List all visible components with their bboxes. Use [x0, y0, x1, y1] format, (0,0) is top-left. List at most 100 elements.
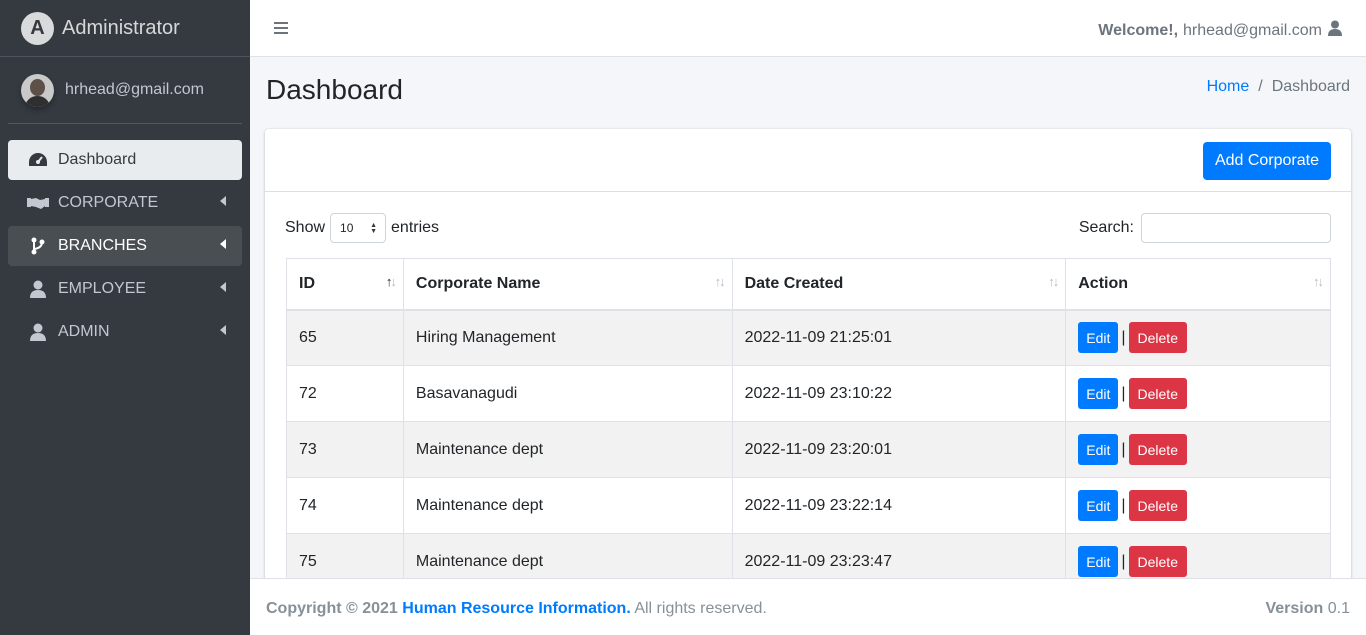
- table-row: 74 Maintenance dept 2022-11-09 23:22:14 …: [286, 477, 1331, 534]
- copyright-text: Copyright © 2021: [266, 600, 398, 617]
- welcome-user[interactable]: Welcome!, hrhead@gmail.com: [1098, 20, 1342, 41]
- delete-button[interactable]: Delete: [1128, 490, 1187, 521]
- sidebar-item-label: EMPLOYEE: [58, 280, 147, 297]
- card-header: Add Corporate: [265, 129, 1351, 192]
- column-header-label: Corporate Name: [415, 274, 541, 292]
- delete-button[interactable]: Delete: [1128, 322, 1187, 354]
- brand-logo: A: [21, 11, 54, 45]
- cell-date-created: 2022-11-09 21:25:01: [731, 309, 1067, 366]
- sidebar-item-admin[interactable]: ADMIN: [8, 312, 242, 352]
- sidebar-nav: Dashboard CORPORATE BRANCHES EMPLOYEE AD…: [0, 124, 250, 352]
- sort-icon: ↑↓: [714, 274, 726, 289]
- table-row: 72 Basavanagudi 2022-11-09 23:10:22 Edit…: [286, 365, 1331, 422]
- sort-icon: ↑↓: [1313, 274, 1324, 289]
- delete-button[interactable]: Delete: [1128, 378, 1187, 409]
- edit-button[interactable]: Edit: [1078, 434, 1119, 465]
- delete-button[interactable]: Delete: [1128, 434, 1187, 465]
- column-header-label: ID: [299, 274, 315, 292]
- chevron-left-icon: [220, 325, 226, 335]
- chevron-left-icon: [220, 239, 226, 249]
- search-label: Search:: [1078, 219, 1134, 236]
- chevron-left-icon: [220, 196, 226, 206]
- welcome-email: hrhead@gmail.com: [1183, 21, 1322, 39]
- entries-select-value: 10: [340, 221, 354, 235]
- hamburger-menu-icon[interactable]: [274, 22, 288, 37]
- action-separator: |: [1121, 328, 1126, 346]
- column-header-label: Date Created: [744, 274, 844, 292]
- edit-button[interactable]: Edit: [1078, 490, 1119, 521]
- column-header-label: Action: [1078, 274, 1129, 292]
- cell-id: 73: [286, 421, 404, 478]
- edit-button[interactable]: Edit: [1078, 322, 1119, 354]
- footer-version: Version 0.1: [1265, 600, 1350, 618]
- table-row: 73 Maintenance dept 2022-11-09 23:20:01 …: [286, 421, 1331, 478]
- footer-brand-link[interactable]: Human Resource Information.: [402, 600, 630, 617]
- sidebar-item-label: Dashboard: [58, 151, 137, 168]
- corporate-table: ID ↑↓ Corporate Name ↑↓ Date Created ↑↓ Act…: [286, 258, 1331, 589]
- show-entries: Show 10 ▲ ▼ entries: [285, 213, 439, 243]
- sidebar-item-branches[interactable]: BRANCHES: [8, 226, 242, 266]
- column-header-action[interactable]: Action ↑↓: [1065, 258, 1331, 311]
- chevron-left-icon: [220, 282, 226, 292]
- action-separator: |: [1121, 552, 1126, 570]
- sidebar-item-dashboard[interactable]: Dashboard: [8, 140, 242, 180]
- cell-id: 72: [286, 365, 404, 422]
- entries-label: entries: [391, 219, 440, 236]
- action-separator: |: [1121, 384, 1126, 402]
- footer-copyright: Copyright © 2021 Human Resource Informat…: [266, 600, 767, 618]
- brand-title: Administrator: [62, 16, 180, 39]
- search-input[interactable]: [1141, 213, 1331, 243]
- cell-id: 74: [286, 477, 404, 534]
- footer: Copyright © 2021 Human Resource Informat…: [250, 578, 1366, 635]
- edit-button[interactable]: Edit: [1078, 378, 1119, 409]
- show-label: Show: [285, 219, 326, 236]
- sort-icon: ↑↓: [1048, 274, 1059, 289]
- corporate-card: Add Corporate Show 10 ▲ ▼ entries Search:…: [265, 129, 1351, 589]
- sidebar-item-label: ADMIN: [58, 323, 110, 340]
- page-title: Dashboard: [266, 74, 403, 105]
- sidebar-item-corporate[interactable]: CORPORATE: [8, 183, 242, 223]
- breadcrumb: Home / Dashboard: [1207, 78, 1350, 96]
- version-value: 0.1: [1327, 600, 1350, 617]
- sidebar-item-label: BRANCHES: [58, 237, 147, 254]
- entries-select[interactable]: 10 ▲ ▼: [330, 213, 387, 243]
- rights-text: All rights reserved.: [634, 600, 767, 617]
- brand-logo-letter: A: [30, 16, 45, 39]
- search-box: Search:: [1079, 213, 1331, 243]
- column-header-id[interactable]: ID ↑↓: [286, 258, 404, 311]
- top-navbar: Welcome!, hrhead@gmail.com: [250, 0, 1366, 57]
- action-separator: |: [1121, 440, 1126, 458]
- cell-action: Edit | Delete: [1065, 365, 1331, 422]
- cell-corporate-name: Maintenance dept: [402, 421, 733, 478]
- cell-date-created: 2022-11-09 23:20:01: [731, 421, 1067, 478]
- cell-action: Edit | Delete: [1065, 477, 1331, 534]
- sidebar: A Administrator hrhead@gmail.com Dashboa…: [0, 0, 250, 635]
- column-header-date-created[interactable]: Date Created ↑↓: [731, 258, 1067, 311]
- action-separator: |: [1121, 496, 1126, 514]
- edit-button[interactable]: Edit: [1078, 546, 1119, 577]
- sidebar-item-label: CORPORATE: [58, 194, 159, 211]
- welcome-text: Welcome!,: [1098, 21, 1179, 39]
- breadcrumb-current: Dashboard: [1271, 78, 1350, 95]
- breadcrumb-home-link[interactable]: Home: [1207, 78, 1250, 96]
- table-row: 65 Hiring Management 2022-11-09 21:25:01…: [286, 309, 1331, 366]
- cell-date-created: 2022-11-09 23:10:22: [731, 365, 1067, 422]
- breadcrumb-separator: /: [1258, 78, 1263, 95]
- sidebar-item-employee[interactable]: EMPLOYEE: [8, 269, 242, 309]
- column-header-corporate-name[interactable]: Corporate Name ↑↓: [402, 258, 733, 311]
- cell-corporate-name: Maintenance dept: [402, 477, 733, 534]
- delete-button[interactable]: Delete: [1128, 546, 1187, 577]
- cell-action: Edit | Delete: [1065, 421, 1331, 478]
- handshake-icon: [27, 194, 49, 212]
- user-icon: [27, 280, 49, 298]
- sort-updown-icon: ▲ ▼: [370, 222, 378, 235]
- code-branch-icon: [27, 237, 49, 255]
- avatar: [21, 73, 54, 107]
- cell-corporate-name: Basavanagudi: [402, 365, 733, 422]
- cell-corporate-name: Hiring Management: [402, 309, 733, 366]
- add-corporate-button[interactable]: Add Corporate: [1202, 142, 1331, 180]
- user-email-link[interactable]: hrhead@gmail.com: [65, 81, 204, 99]
- tachometer-icon: [27, 151, 49, 169]
- brand-link[interactable]: A Administrator: [0, 0, 250, 57]
- user-panel: hrhead@gmail.com: [8, 57, 242, 124]
